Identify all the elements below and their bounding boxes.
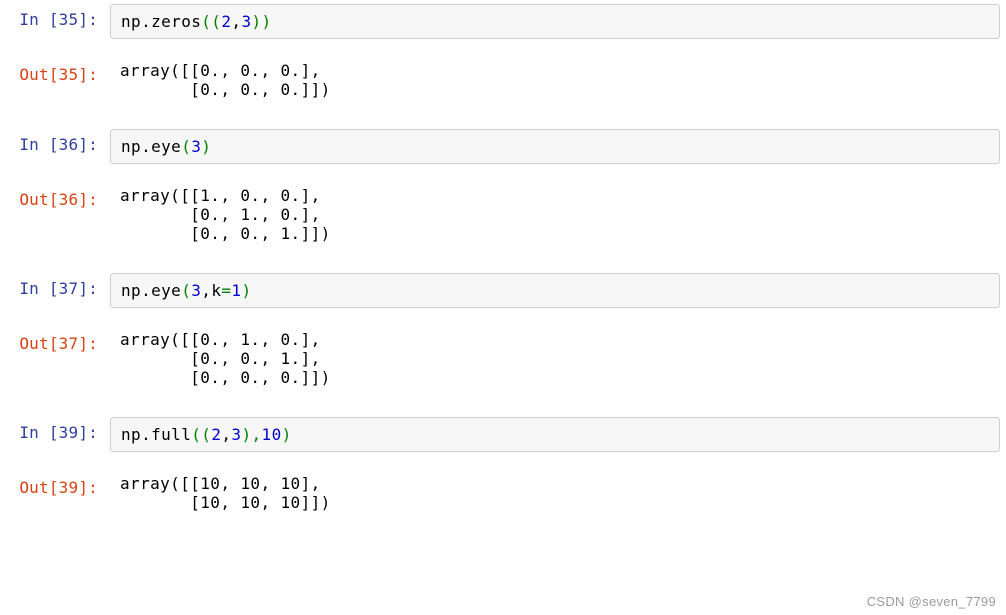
code-token: 3 <box>241 12 251 31</box>
code-token: ,k <box>201 281 221 300</box>
code-input[interactable]: np.zeros((2,3)) <box>110 4 1000 39</box>
out-prompt: Out[37]: <box>0 326 110 361</box>
code-token: np.zeros <box>121 12 201 31</box>
code-token: 3 <box>191 281 201 300</box>
watermark-text: CSDN @seven_7799 <box>867 594 996 609</box>
output-cell: Out[35]:array([[0., 0., 0.], [0., 0., 0.… <box>0 57 1006 127</box>
input-cell: In [35]:np.zeros((2,3)) <box>0 2 1006 57</box>
input-cell: In [39]:np.full((2,3),10) <box>0 415 1006 470</box>
code-token: ), <box>241 425 261 444</box>
output-cell: Out[37]:array([[0., 1., 0.], [0., 0., 1.… <box>0 326 1006 415</box>
code-token: ) <box>201 137 211 156</box>
code-token: ) <box>241 281 251 300</box>
code-token: = <box>221 281 231 300</box>
in-prompt: In [37]: <box>0 271 110 306</box>
input-cell: In [37]:np.eye(3,k=1) <box>0 271 1006 326</box>
code-output: array([[0., 1., 0.], [0., 0., 1.], [0., … <box>110 328 1000 391</box>
output-cell: Out[39]:array([[10, 10, 10], [10, 10, 10… <box>0 470 1006 540</box>
code-output: array([[10, 10, 10], [10, 10, 10]]) <box>110 472 1000 516</box>
code-token: , <box>231 12 241 31</box>
code-input[interactable]: np.eye(3) <box>110 129 1000 164</box>
code-token: ) <box>282 425 292 444</box>
in-prompt: In [39]: <box>0 415 110 450</box>
code-input[interactable]: np.full((2,3),10) <box>110 417 1000 452</box>
code-token: , <box>221 425 231 444</box>
code-token: np.full <box>121 425 191 444</box>
code-token: ( <box>181 137 191 156</box>
out-prompt: Out[36]: <box>0 182 110 217</box>
code-token: (( <box>191 425 211 444</box>
code-output: array([[1., 0., 0.], [0., 1., 0.], [0., … <box>110 184 1000 247</box>
code-token: np.eye <box>121 137 181 156</box>
code-token: )) <box>251 12 271 31</box>
code-token: 2 <box>221 12 231 31</box>
code-input[interactable]: np.eye(3,k=1) <box>110 273 1000 308</box>
code-token: 10 <box>262 425 282 444</box>
code-token: 2 <box>211 425 221 444</box>
code-token: np.eye <box>121 281 181 300</box>
code-token: 3 <box>231 425 241 444</box>
out-prompt: Out[39]: <box>0 470 110 505</box>
input-cell: In [36]:np.eye(3) <box>0 127 1006 182</box>
code-token: ( <box>181 281 191 300</box>
in-prompt: In [35]: <box>0 2 110 37</box>
code-token: 3 <box>191 137 201 156</box>
code-token: 1 <box>231 281 241 300</box>
code-token: (( <box>201 12 221 31</box>
in-prompt: In [36]: <box>0 127 110 162</box>
code-output: array([[0., 0., 0.], [0., 0., 0.]]) <box>110 59 1000 103</box>
output-cell: Out[36]:array([[1., 0., 0.], [0., 1., 0.… <box>0 182 1006 271</box>
out-prompt: Out[35]: <box>0 57 110 92</box>
